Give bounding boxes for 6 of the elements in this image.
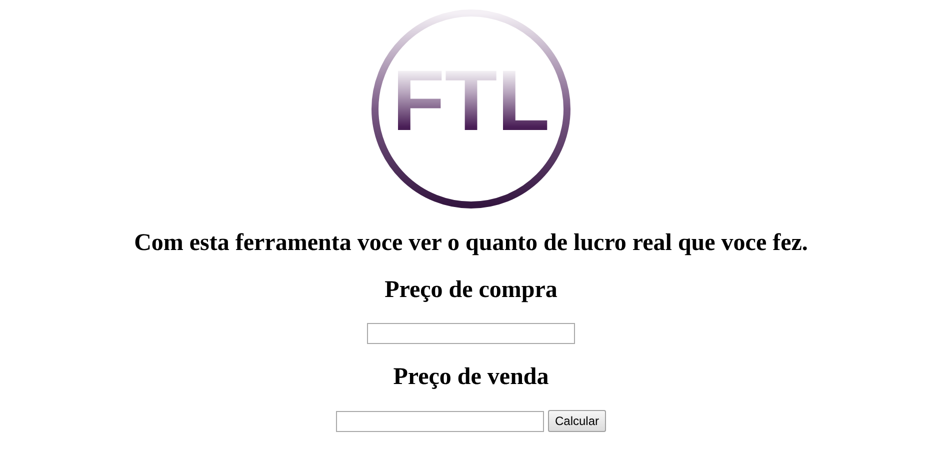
input-field[interactable] xyxy=(367,323,575,344)
calculate-button[interactable]: Calcular xyxy=(548,410,606,432)
field-label: Preço de venda xyxy=(393,363,549,391)
field-label: Preço de compra xyxy=(384,276,558,304)
input-field[interactable] xyxy=(336,410,544,432)
intro-text: Com esta ferramenta voce ver o quanto de lucro real que voce fez. xyxy=(134,229,808,257)
